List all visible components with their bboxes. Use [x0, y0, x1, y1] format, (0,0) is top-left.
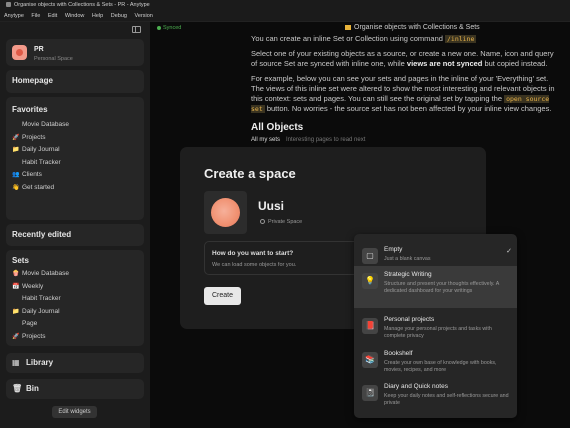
doc-title-bar[interactable]: Organise objects with Collections & Sets: [345, 24, 480, 31]
empty-icon: ▢: [362, 248, 378, 264]
sidebar-toggle-icon[interactable]: [132, 26, 141, 33]
privacy-icon: [260, 219, 265, 225]
menu-anytype[interactable]: Anytype: [4, 13, 24, 19]
menu-edit[interactable]: Edit: [48, 13, 57, 19]
doc-line1: You can create an inline Set or Collecti…: [251, 34, 443, 43]
view-tab-all-my-sets[interactable]: All my sets: [251, 137, 280, 143]
sidebar: PR Personal Space Homepage Favorites Mov…: [0, 22, 150, 428]
window-titlebar: Organise objects with Collections & Sets…: [0, 0, 570, 11]
folder-icon: 📁: [12, 147, 20, 153]
homepage-widget[interactable]: Homepage: [6, 70, 144, 93]
folder-icon: [345, 24, 351, 30]
set-item[interactable]: Habit Tracker: [6, 293, 144, 306]
favorite-item[interactable]: 👥 Clients: [6, 169, 144, 182]
window-title: Organise objects with Collections & Sets…: [14, 2, 150, 8]
space-name: PR: [34, 46, 44, 53]
library-label: Library: [26, 358, 54, 367]
use-case-select[interactable]: How do you want to start? We can load so…: [204, 241, 364, 275]
library-widget[interactable]: ▦ Library: [6, 353, 144, 373]
rocket-icon: 🚀: [12, 134, 20, 141]
check-icon: ✓: [506, 248, 512, 255]
bin-label: Bin: [26, 384, 39, 393]
sync-status[interactable]: Synced: [157, 25, 181, 31]
set-item[interactable]: 🚀 Projects: [6, 331, 144, 344]
menu-debug[interactable]: Debug: [111, 13, 127, 19]
create-button[interactable]: Create: [204, 287, 241, 305]
inline-set-views: All my sets Interesting pages to read nex…: [251, 137, 365, 143]
calendar-icon: 📅: [12, 283, 20, 290]
menu-version[interactable]: Version: [135, 13, 153, 19]
favorites-title[interactable]: Favorites: [6, 97, 144, 114]
app-icon: [6, 2, 11, 8]
option-strategic-writing[interactable]: 💡 Strategic Writing Structure and presen…: [354, 266, 517, 308]
set-item[interactable]: 📅 Weekly: [6, 281, 144, 294]
sets-widget: Sets 🍿 Movie Database 📅 Weekly Habit Track…: [6, 250, 144, 346]
set-item[interactable]: Page: [6, 318, 144, 331]
space-avatar-picker[interactable]: [204, 191, 247, 234]
library-icon: ▦: [12, 358, 20, 367]
book-icon: 📕: [362, 318, 378, 334]
space-type: Personal Space: [34, 56, 73, 62]
privacy-label: Private Space: [260, 219, 302, 225]
people-icon: 👥: [12, 172, 20, 178]
sets-title[interactable]: Sets: [6, 250, 144, 265]
menu-file[interactable]: File: [31, 13, 40, 19]
favorite-item[interactable]: Movie Database: [6, 119, 144, 132]
bin-icon: 🗑: [12, 384, 23, 393]
favorites-widget: Favorites Movie Database 🚀 Projects 📁 Dail…: [6, 97, 144, 220]
menu-bar: Anytype File Edit Window Help Debug Vers…: [0, 11, 570, 22]
space-icon: [12, 45, 27, 60]
recently-edited-widget[interactable]: Recently edited: [6, 224, 144, 246]
favorite-item[interactable]: Habit Tracker: [6, 157, 144, 170]
doc-title: Organise objects with Collections & Sets: [354, 24, 480, 31]
homepage-title: Homepage: [12, 76, 53, 85]
menu-help[interactable]: Help: [92, 13, 103, 19]
space-card[interactable]: PR Personal Space: [6, 39, 144, 66]
lightbulb-icon: 💡: [362, 273, 378, 289]
edit-widgets-button[interactable]: Edit widgets: [52, 406, 97, 418]
view-tab-interesting-pages[interactable]: Interesting pages to read next: [286, 137, 365, 143]
set-item[interactable]: 🍿 Movie Database: [6, 268, 144, 281]
inline-code: /inline: [445, 35, 477, 43]
use-case-dropdown: ▢ Empty Just a blank canvas ✓ 💡 Strategi…: [354, 234, 517, 418]
set-item[interactable]: 📁 Daily Journal: [6, 306, 144, 319]
rocket-icon: 🚀: [12, 333, 20, 340]
start-subtitle: We can load some objects for you.: [212, 262, 297, 268]
menu-window[interactable]: Window: [65, 13, 85, 19]
space-avatar: [211, 198, 240, 227]
recently-edited-title: Recently edited: [12, 230, 72, 239]
favorite-item[interactable]: 👋 Get started: [6, 182, 144, 195]
space-name-input[interactable]: Uusi: [258, 199, 284, 213]
start-question: How do you want to start?: [212, 250, 294, 257]
notebook-icon: 📓: [362, 385, 378, 401]
popcorn-icon: 🍿: [12, 271, 20, 277]
option-diary[interactable]: 📓 Diary and Quick notes Keep your daily …: [354, 378, 517, 418]
books-icon: 📚: [362, 352, 378, 368]
favorite-item[interactable]: 🚀 Projects: [6, 132, 144, 145]
modal-title: Create a space: [204, 166, 296, 181]
wave-icon: 👋: [12, 184, 20, 191]
favorite-item[interactable]: 📁 Daily Journal: [6, 144, 144, 157]
inline-set-title[interactable]: All Objects: [251, 122, 303, 133]
folder-icon: 📁: [12, 308, 20, 315]
doc-body[interactable]: You can create an inline Set or Collecti…: [251, 34, 556, 119]
bin-widget[interactable]: 🗑 Bin: [6, 379, 144, 399]
